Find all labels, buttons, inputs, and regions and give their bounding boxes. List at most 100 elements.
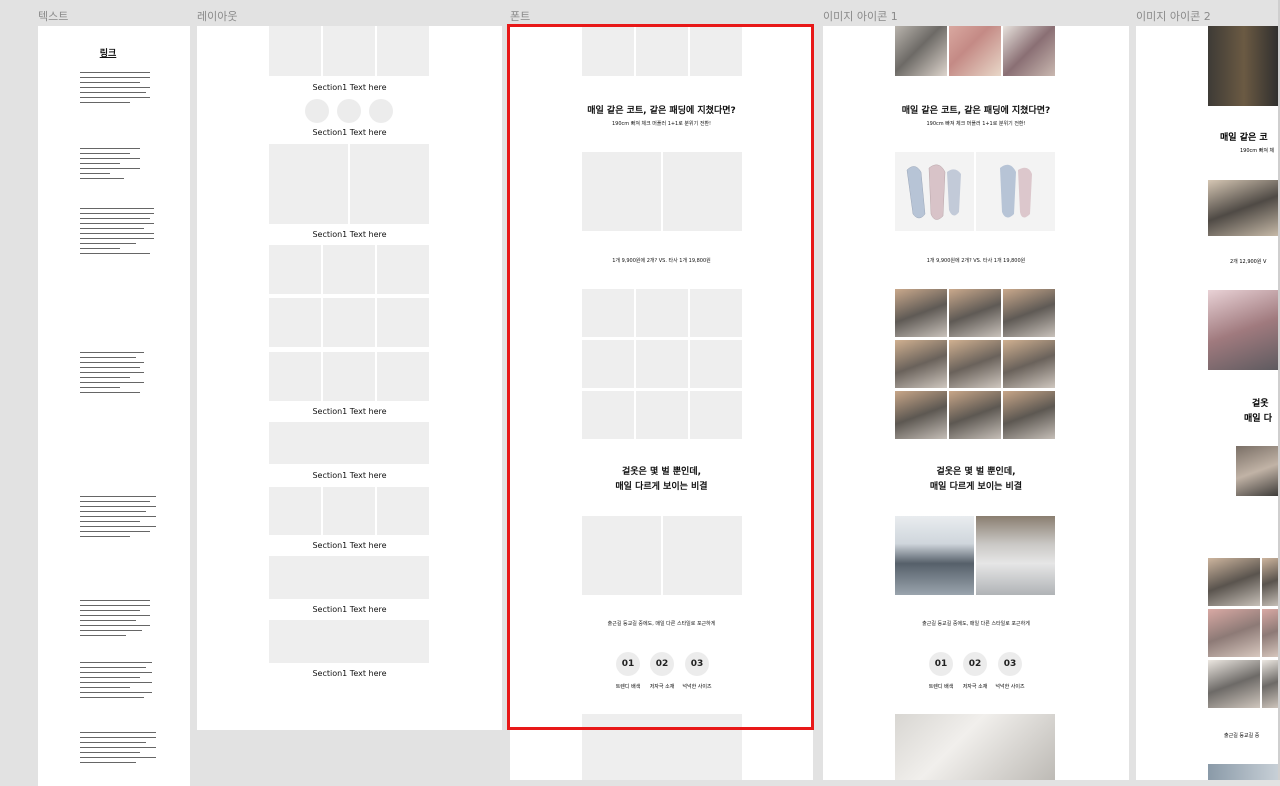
font-frame[interactable]: 매일 같은 코트, 같은 패딩에 지쳤다면? 190cm 빠져 체크 머플러 1… bbox=[510, 26, 813, 780]
image1-headline-1: 매일 같은 코트, 같은 패딩에 지쳤다면? bbox=[901, 106, 1051, 116]
font-headline-2b: 매일 다르게 보이는 비결 bbox=[615, 482, 708, 492]
font-placeholder bbox=[582, 26, 634, 76]
font-headline-1: 매일 같은 코트, 같은 패딩에 지쳤다면? bbox=[587, 106, 736, 116]
image1-feature-label-3: 넉넉한 사이즈 bbox=[995, 684, 1025, 690]
text-block-1 bbox=[80, 72, 150, 107]
font-placeholder bbox=[582, 516, 661, 595]
image1-feature-label-2: 저자극 소재 bbox=[962, 684, 988, 690]
font-placeholder bbox=[636, 391, 688, 439]
layout-placeholder bbox=[323, 245, 375, 294]
column-label-image-icon-1: 이미지 아이콘 1 bbox=[823, 10, 898, 23]
font-placeholder bbox=[636, 340, 688, 388]
feature-label-3: 넉넉한 사이즈 bbox=[682, 684, 712, 690]
image1-feature-number-2: 02 bbox=[963, 652, 987, 676]
layout-placeholder bbox=[269, 620, 429, 663]
layout-placeholder bbox=[269, 422, 429, 464]
text-block-8 bbox=[80, 732, 156, 767]
product-image bbox=[1003, 26, 1055, 76]
column-label-text: 텍스트 bbox=[38, 10, 69, 23]
font-placeholder bbox=[663, 516, 742, 595]
font-placeholder bbox=[582, 714, 742, 780]
font-placeholder bbox=[690, 391, 742, 439]
column-label-font: 폰트 bbox=[510, 10, 531, 23]
street-photo bbox=[895, 516, 974, 595]
section-text: Section1 Text here bbox=[312, 407, 387, 416]
text-block-7 bbox=[80, 662, 152, 702]
product-image bbox=[1208, 180, 1280, 236]
font-price-line: 1개 9,900원에 2개? VS. 타사 1개 19,800원 bbox=[612, 258, 711, 264]
product-image bbox=[1208, 660, 1260, 708]
font-subtext-1: 190cm 빠져 체크 머플러 1+1로 분위기 전환! bbox=[611, 121, 712, 127]
product-image bbox=[1208, 558, 1260, 606]
image2-headline-2a: 겉옷 bbox=[1252, 399, 1269, 409]
image1-headline-2a: 겉옷은 몇 벌 뿐인데, bbox=[936, 467, 1016, 477]
street-photo bbox=[976, 516, 1055, 595]
image1-headline-2b: 매일 다르게 보이는 비결 bbox=[929, 482, 1023, 492]
section-text: Section1 Text here bbox=[312, 605, 387, 614]
layout-circle bbox=[369, 99, 393, 123]
layout-placeholder bbox=[269, 556, 429, 599]
scarf-image bbox=[976, 152, 1055, 231]
font-placeholder bbox=[690, 340, 742, 388]
feature-number-2: 02 bbox=[650, 652, 674, 676]
font-placeholder bbox=[582, 340, 634, 388]
layout-placeholder bbox=[377, 26, 429, 76]
layout-placeholder bbox=[269, 26, 321, 76]
image2-headline-2b: 매일 다 bbox=[1244, 414, 1272, 424]
text-frame[interactable]: 링크 bbox=[38, 26, 190, 786]
product-image bbox=[1003, 289, 1055, 337]
layout-circle bbox=[337, 99, 361, 123]
feature-label-2: 저자극 소재 bbox=[649, 684, 675, 690]
font-placeholder bbox=[636, 289, 688, 337]
product-image bbox=[1208, 609, 1260, 657]
product-image bbox=[895, 391, 947, 439]
layout-placeholder bbox=[323, 26, 375, 76]
image1-feature-number-1: 01 bbox=[929, 652, 953, 676]
section-text: Section1 Text here bbox=[312, 83, 387, 92]
layout-placeholder bbox=[323, 487, 375, 535]
text-block-6 bbox=[80, 600, 150, 640]
font-headline-2a: 겉옷은 몇 벌 뿐인데, bbox=[621, 467, 702, 477]
font-placeholder bbox=[582, 391, 634, 439]
section-text: Section1 Text here bbox=[312, 541, 387, 550]
feature-number-3: 03 bbox=[685, 652, 709, 676]
column-label-image-icon-2: 이미지 아이콘 2 bbox=[1136, 10, 1211, 23]
product-image bbox=[1003, 391, 1055, 439]
section-text: Section1 Text here bbox=[312, 669, 387, 678]
product-image bbox=[1003, 340, 1055, 388]
layout-frame[interactable]: Section1 Text here Section1 Text here Se… bbox=[197, 26, 502, 730]
scarf-image bbox=[895, 152, 974, 231]
layout-placeholder bbox=[377, 245, 429, 294]
image-icon-frame-1[interactable]: 매일 같은 코트, 같은 패딩에 지쳤다면? 190cm 빠져 체크 머플러 1… bbox=[823, 26, 1129, 780]
image1-price-line: 1개 9,900원에 2개? VS. 타사 1개 19,800원 bbox=[926, 258, 1026, 264]
font-placeholder bbox=[690, 26, 742, 76]
image-icon-frame-2[interactable]: 매일 같은 코 190cm 빠져 체 2개 12,900원 V 겉옷 매일 다 … bbox=[1136, 26, 1280, 780]
text-block-2 bbox=[80, 148, 140, 183]
layout-placeholder bbox=[269, 144, 348, 224]
product-image bbox=[1208, 290, 1280, 370]
product-image bbox=[949, 391, 1001, 439]
layout-placeholder bbox=[323, 298, 375, 347]
image1-feature-number-3: 03 bbox=[998, 652, 1022, 676]
section-text: Section1 Text here bbox=[312, 471, 387, 480]
product-image bbox=[895, 340, 947, 388]
font-placeholder bbox=[582, 152, 661, 231]
layout-placeholder bbox=[377, 487, 429, 535]
section-text: Section1 Text here bbox=[312, 128, 387, 137]
layout-placeholder bbox=[269, 245, 321, 294]
product-image bbox=[949, 340, 1001, 388]
layout-circle bbox=[305, 99, 329, 123]
font-commute-text: 출근길 등교길 중에도, 매일 다른 스타일로 포근하게 bbox=[607, 621, 716, 627]
font-placeholder bbox=[690, 289, 742, 337]
font-placeholder bbox=[582, 289, 634, 337]
product-image bbox=[1236, 446, 1280, 496]
section-text: Section1 Text here bbox=[312, 230, 387, 239]
font-placeholder bbox=[663, 152, 742, 231]
product-image bbox=[895, 289, 947, 337]
layout-placeholder bbox=[350, 144, 429, 224]
font-placeholder bbox=[636, 26, 688, 76]
column-label-layout: 레이아웃 bbox=[197, 10, 238, 23]
image2-price-line: 2개 12,900원 V bbox=[1230, 259, 1267, 265]
text-frame-title: 링크 bbox=[99, 49, 117, 59]
layout-placeholder bbox=[269, 487, 321, 535]
